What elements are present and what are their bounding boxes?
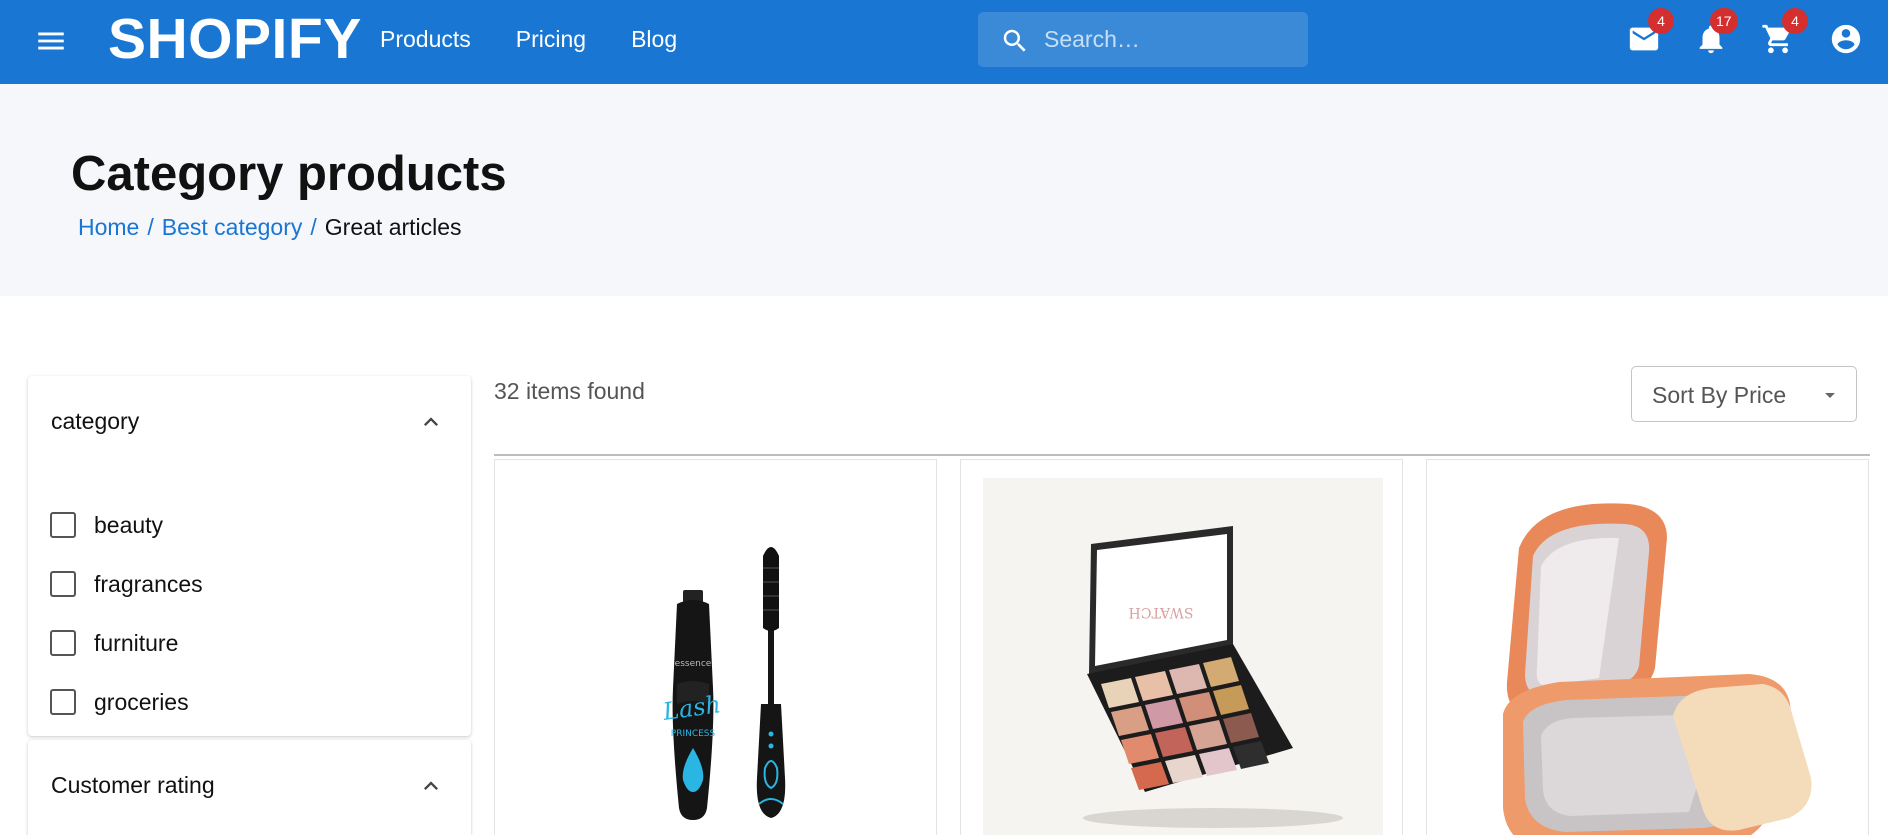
account-button[interactable]: [1829, 22, 1863, 56]
account-circle-icon: [1831, 24, 1861, 54]
checkbox[interactable]: [50, 512, 76, 538]
nav-products-link[interactable]: Products: [380, 24, 471, 54]
page-header: Category products Home / Best category / Gre…: [0, 84, 1888, 296]
checkbox[interactable]: [50, 689, 76, 715]
rating-filter-panel: Customer rating: [28, 740, 471, 835]
product-card[interactable]: essence Lash PRINCESS: [494, 459, 937, 835]
main-nav: Products Pricing Blog: [380, 24, 677, 54]
category-filter-panel: category beauty fragrances furniture gro…: [28, 376, 471, 736]
category-checkbox-groceries[interactable]: groceries: [50, 684, 189, 720]
results-divider: [494, 454, 1870, 456]
breadcrumb-home-link[interactable]: Home: [78, 214, 139, 240]
search-input[interactable]: [1044, 12, 1294, 67]
mascara-image: essence Lash PRINCESS: [517, 478, 917, 835]
breadcrumb-separator: /: [310, 214, 317, 240]
chevron-up-icon: [424, 417, 438, 426]
search-box: [978, 12, 1308, 67]
sort-select-value: Sort By Price: [1652, 382, 1787, 408]
cart-badge: 4: [1782, 8, 1808, 34]
breadcrumb-category-link[interactable]: Best category: [162, 214, 303, 240]
top-app-bar: SHOPIFY Products Pricing Blog 4 17 4: [0, 0, 1888, 84]
product-card[interactable]: SWATCH: [960, 459, 1403, 835]
svg-text:SWATCH: SWATCH: [1129, 604, 1194, 620]
category-checkbox-fragrances[interactable]: fragrances: [50, 566, 203, 602]
svg-text:PRINCESS: PRINCESS: [671, 729, 716, 739]
nav-blog-link[interactable]: Blog: [631, 24, 677, 54]
checkbox-label: furniture: [94, 629, 179, 656]
compact-powder-image: [1449, 478, 1849, 835]
rating-filter-header[interactable]: Customer rating: [28, 740, 471, 830]
breadcrumb-current: Great articles: [324, 214, 462, 240]
category-filter-header[interactable]: category: [28, 376, 471, 466]
checkbox-label: groceries: [94, 688, 189, 715]
checkbox-label: fragrances: [94, 570, 203, 597]
menu-icon[interactable]: [34, 24, 68, 58]
cart-button[interactable]: 4: [1761, 8, 1808, 56]
mail-badge: 4: [1648, 8, 1674, 34]
mail-button[interactable]: 4: [1627, 8, 1674, 56]
search-icon: [1003, 29, 1026, 52]
checkbox[interactable]: [50, 571, 76, 597]
category-checkbox-beauty[interactable]: beauty: [50, 507, 163, 543]
nav-pricing-link[interactable]: Pricing: [516, 24, 586, 54]
breadcrumb: Home / Best category / Great articles: [78, 212, 462, 242]
chevron-up-icon: [424, 781, 438, 790]
checkbox[interactable]: [50, 630, 76, 656]
product-card[interactable]: [1426, 459, 1869, 835]
page-title: Category products: [71, 147, 507, 201]
notifications-badge: 17: [1710, 8, 1738, 34]
category-checkbox-furniture[interactable]: furniture: [50, 625, 178, 661]
eyeshadow-palette-image: SWATCH: [983, 478, 1383, 835]
items-found-count: 32 items found: [494, 378, 645, 404]
svg-text:essence: essence: [675, 659, 712, 669]
dropdown-arrow-icon: [1825, 393, 1835, 398]
category-filter-title: category: [51, 408, 140, 434]
sort-select[interactable]: Sort By Price: [1631, 366, 1857, 422]
rating-filter-title: Customer rating: [51, 772, 215, 798]
checkbox-label: beauty: [94, 511, 164, 538]
brand-logo[interactable]: SHOPIFY: [108, 6, 362, 72]
notifications-button[interactable]: 17: [1694, 8, 1738, 56]
breadcrumb-separator: /: [147, 214, 154, 240]
